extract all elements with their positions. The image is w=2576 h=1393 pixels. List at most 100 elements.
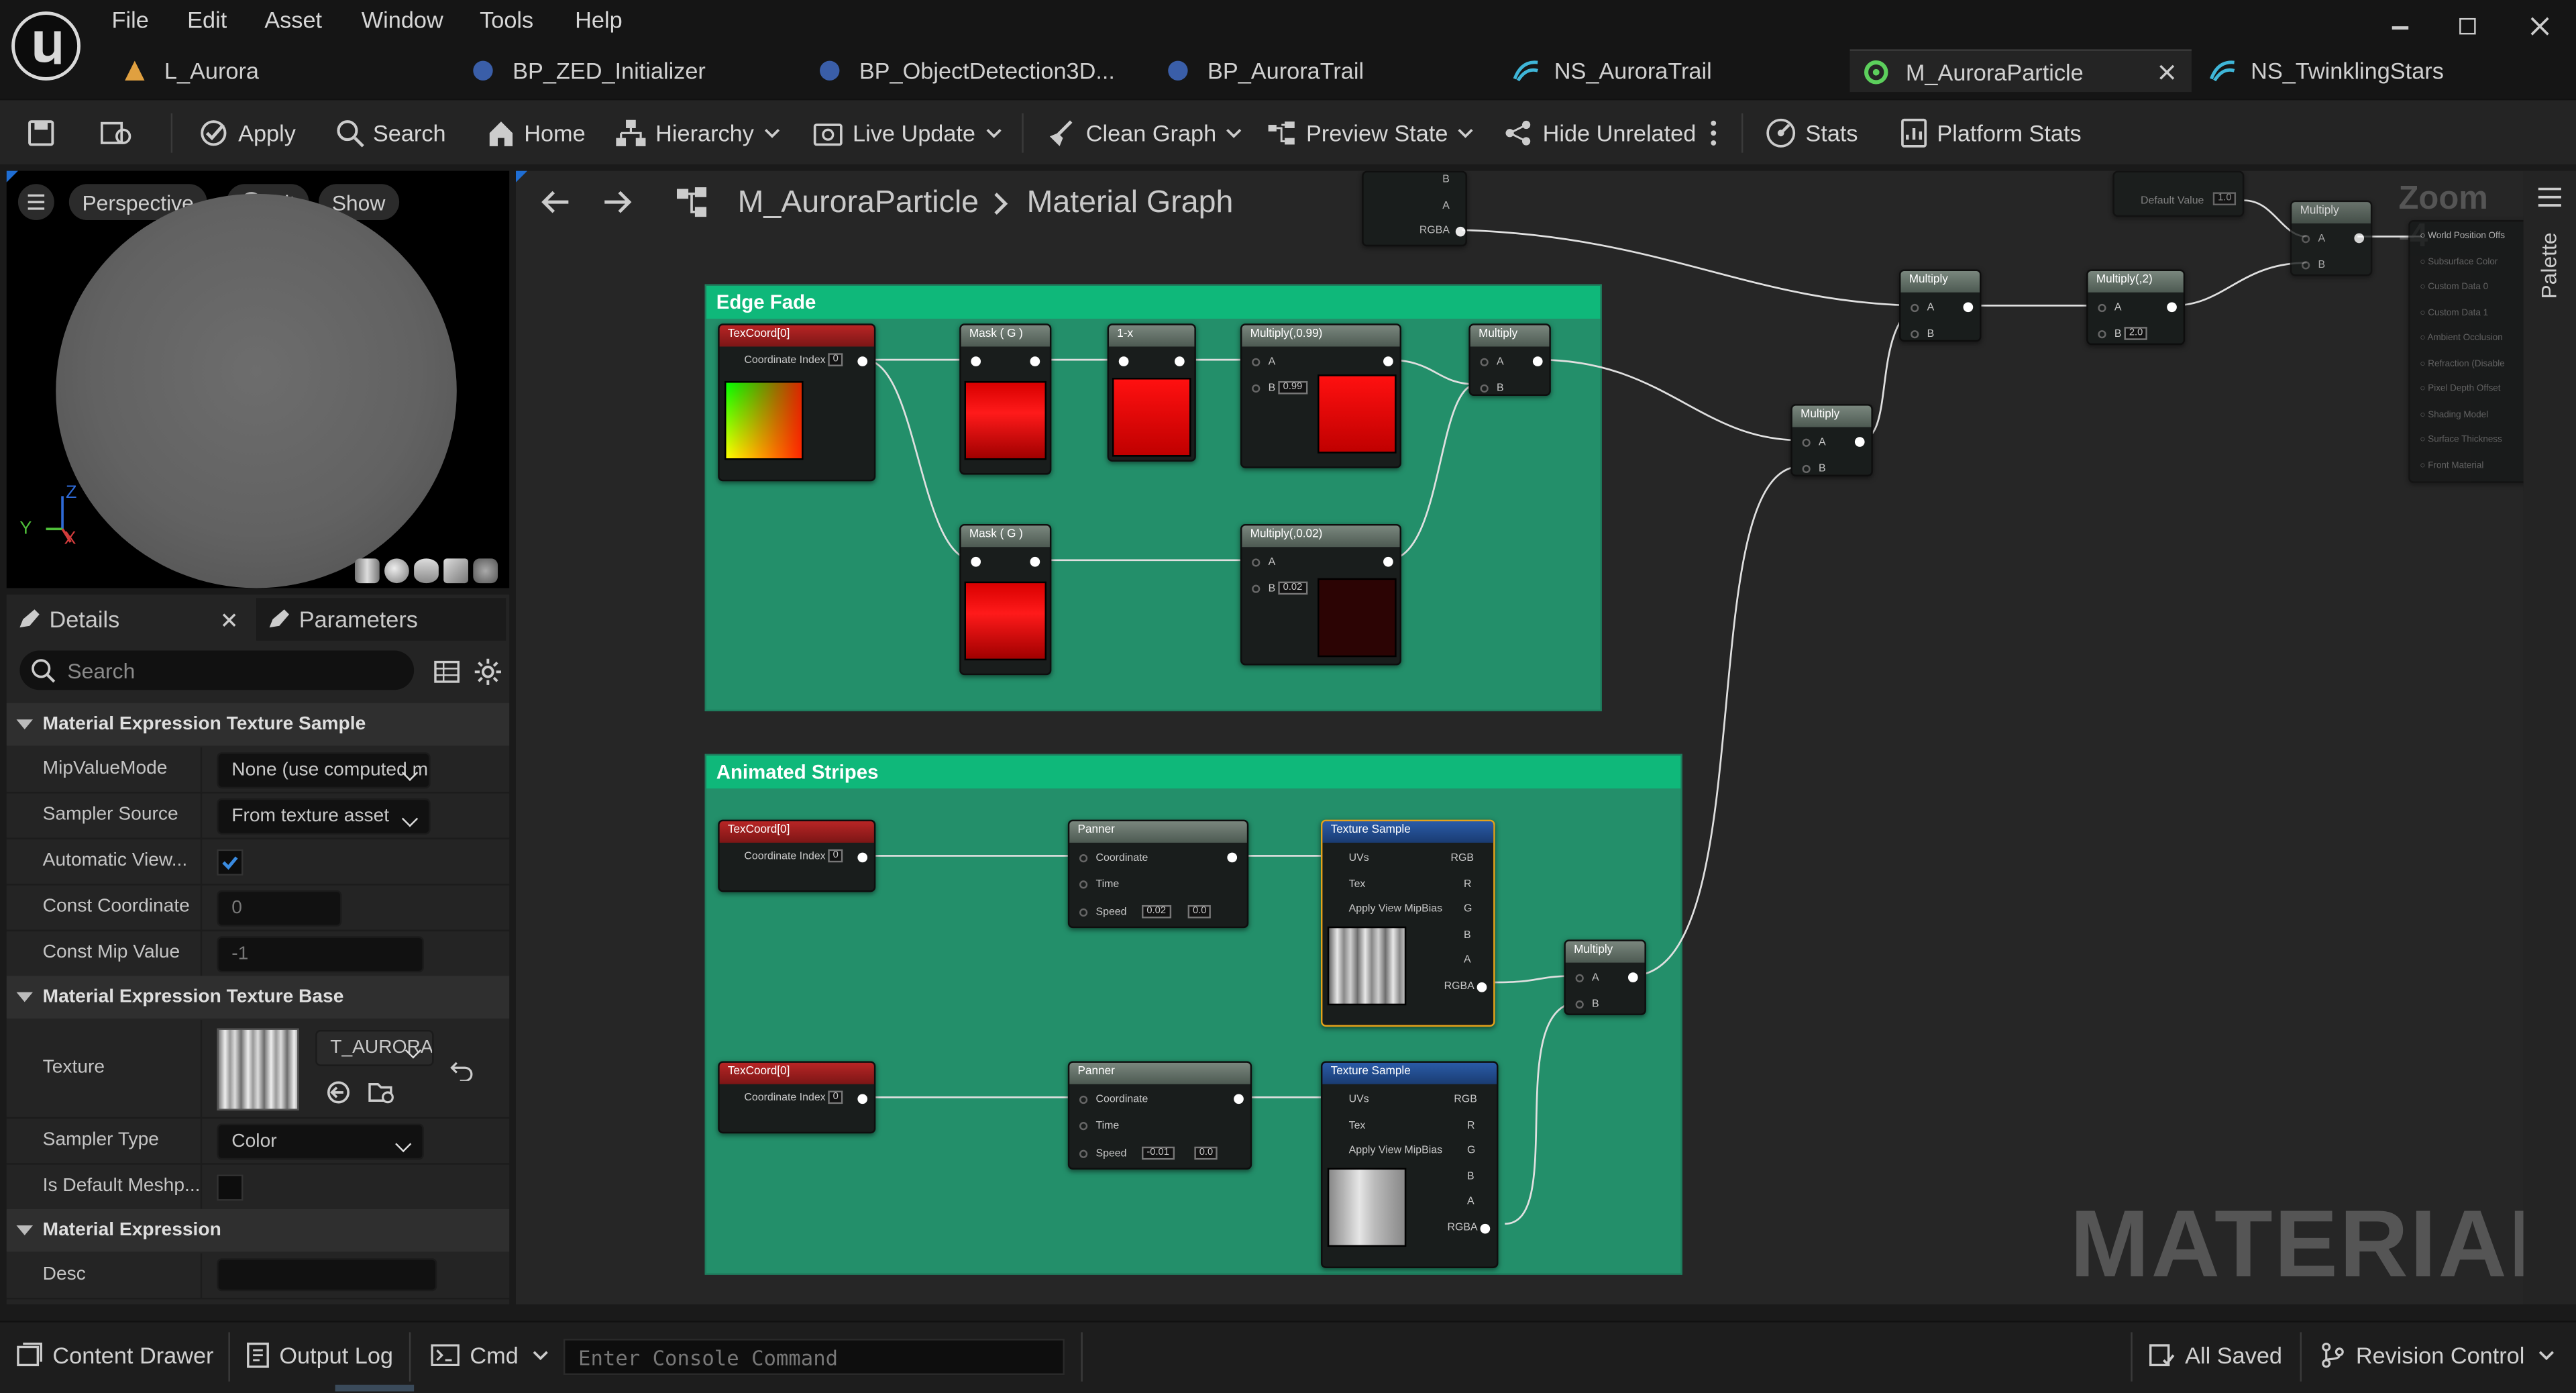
speed-y-value[interactable]: 0.0	[1194, 1146, 1218, 1160]
menu-file[interactable]: File	[112, 7, 149, 33]
input-pin-b[interactable]	[1252, 584, 1260, 593]
input-pin[interactable]	[1118, 356, 1129, 366]
node-multiply-stripes[interactable]: Multiply A B	[1564, 939, 1646, 1015]
node-texcoord-edge[interactable]: TexCoord[0] Coordinate Index 0	[718, 323, 876, 482]
cmd-button[interactable]: Cmd	[431, 1342, 548, 1368]
input-pin-speed[interactable]	[1079, 908, 1088, 917]
output-pin[interactable]	[1532, 356, 1543, 366]
section-material-expression[interactable]: Material Expression	[6, 1208, 510, 1252]
output-pin[interactable]	[857, 356, 868, 366]
hamburger-menu-icon[interactable]	[17, 184, 54, 221]
texture-thumbnail[interactable]	[217, 1028, 299, 1111]
input-pin-b[interactable]	[2302, 261, 2310, 270]
browse-to-asset-icon[interactable]	[368, 1079, 398, 1105]
revision-control-button[interactable]: Revision Control	[2320, 1342, 2555, 1368]
node-one-minus[interactable]: 1-x	[1107, 323, 1196, 462]
menu-tools[interactable]: Tools	[480, 7, 533, 33]
output-pin[interactable]	[1455, 226, 1466, 237]
node-texture-sample-1[interactable]: Texture Sample UVs Tex Apply View MipBia…	[1320, 819, 1495, 1027]
result-pin[interactable]: ○ Subsurface Color	[2420, 257, 2498, 267]
input-pin-b[interactable]	[1252, 384, 1260, 393]
menu-asset[interactable]: Asset	[264, 7, 322, 33]
section-texture-base[interactable]: Material Expression Texture Base	[6, 976, 510, 1019]
palette-panel-tab[interactable]: Palette	[2523, 170, 2576, 1304]
output-pin[interactable]	[1963, 302, 1974, 313]
output-pin[interactable]	[2167, 302, 2177, 313]
result-pin[interactable]: ○ Refraction (Disable	[2420, 359, 2504, 369]
node-partial-top[interactable]: B A RGBA	[1362, 170, 1467, 247]
input-pin-a[interactable]	[1252, 558, 1260, 567]
console-command-input[interactable]: Enter Console Command	[564, 1339, 1065, 1376]
input-pin-time[interactable]	[1079, 1122, 1088, 1131]
input-pin-a[interactable]	[1911, 303, 1919, 313]
preview-mesh-selector[interactable]	[354, 558, 506, 584]
input-pin-b[interactable]	[1480, 384, 1489, 393]
output-pin[interactable]	[1627, 972, 1638, 982]
node-multiply-top[interactable]: Multiply A B	[2290, 200, 2373, 276]
output-pin[interactable]	[1030, 356, 1040, 366]
output-pin[interactable]	[1383, 356, 1393, 366]
close-window-button[interactable]	[2530, 16, 2549, 36]
sampler-source-dropdown[interactable]: From texture asset	[217, 798, 431, 835]
pin-value[interactable]: 0.02	[1278, 581, 1307, 595]
texture-asset-dropdown[interactable]: T_AURORA	[315, 1029, 434, 1066]
restore-button[interactable]	[2459, 17, 2476, 35]
result-pin[interactable]: ○ Ambient Occlusion	[2420, 333, 2502, 344]
input-pin[interactable]	[971, 356, 981, 366]
input-pin-coordinate[interactable]	[1079, 1095, 1088, 1104]
input-pin-coordinate[interactable]	[1079, 854, 1088, 863]
pin-value[interactable]: 0	[828, 1090, 844, 1104]
unreal-logo-icon[interactable]	[10, 10, 83, 83]
output-pin[interactable]	[1854, 437, 1865, 447]
node-material-result[interactable]: ○ World Position Offs ○ Subsurface Color ○…	[2408, 220, 2524, 483]
input-pin-time[interactable]	[1079, 880, 1088, 889]
tab-m-auroraparticle[interactable]: M_AuroraParticle	[1849, 49, 2192, 93]
input-pin-a[interactable]	[1252, 358, 1260, 366]
automatic-view-checkbox[interactable]	[217, 849, 244, 876]
node-panner-1[interactable]: Panner Coordinate Time Speed 0.02 0.0	[1067, 819, 1249, 929]
hierarchy-button[interactable]: Hierarchy	[614, 115, 780, 151]
node-multiply-002[interactable]: Multiply(,0.02) A B 0.02	[1240, 523, 1401, 666]
const-coordinate-field[interactable]: 0	[217, 890, 342, 927]
input-pin-b[interactable]	[2098, 330, 2106, 339]
input-pin-b[interactable]	[1575, 1000, 1584, 1009]
node-panner-2[interactable]: Panner Coordinate Time Speed -0.01 0.0	[1067, 1061, 1252, 1170]
section-texture-sample[interactable]: Material Expression Texture Sample	[6, 703, 510, 746]
output-pin[interactable]	[1383, 556, 1393, 567]
preview-viewport[interactable]: Perspective Lit Show Z Y X	[6, 170, 510, 588]
output-pin-rgba[interactable]	[1480, 1223, 1491, 1234]
all-saved-button[interactable]: All Saved	[2149, 1342, 2282, 1368]
pin-value[interactable]: 0	[828, 353, 844, 366]
use-selected-asset-icon[interactable]	[325, 1079, 352, 1105]
settings-gear-icon[interactable]	[473, 657, 502, 686]
apply-button[interactable]: Apply	[197, 115, 296, 151]
tab-ns-auroratrail[interactable]: NS_AuroraTrail	[1511, 49, 1840, 92]
output-pin[interactable]	[1227, 852, 1238, 863]
teapot-mesh-icon[interactable]	[473, 558, 498, 584]
result-pin[interactable]: ○ Front Material	[2420, 461, 2483, 471]
node-multiply-099[interactable]: Multiply(,0.99) A B 0.99	[1240, 323, 1401, 468]
live-update-button[interactable]: Live Update	[812, 115, 1002, 151]
menu-edit[interactable]: Edit	[187, 7, 227, 33]
more-options-icon[interactable]	[1709, 115, 1719, 151]
speed-x-value[interactable]: -0.01	[1142, 1146, 1175, 1160]
input-pin-b[interactable]	[1911, 330, 1919, 339]
node-default-value[interactable]: Default Value 1.0	[2112, 170, 2245, 217]
node-multiply-upper[interactable]: Multiply A B	[1899, 269, 1982, 342]
node-multiply-edge[interactable]: Multiply A B	[1468, 323, 1551, 396]
tab-parameters[interactable]: Parameters	[256, 598, 506, 641]
input-pin-speed[interactable]	[1079, 1149, 1088, 1158]
search-button[interactable]: Search	[335, 115, 446, 151]
pin-value[interactable]: 2.0	[2124, 327, 2148, 340]
minimize-button[interactable]	[2392, 26, 2409, 29]
node-texture-sample-2[interactable]: Texture Sample UVs Tex Apply View MipBia…	[1320, 1061, 1499, 1268]
browse-icon[interactable]	[99, 115, 135, 151]
result-pin[interactable]: ○ Shading Model	[2420, 410, 2488, 420]
tab-bp-zed-initializer[interactable]: BP_ZED_Initializer	[470, 49, 798, 92]
const-mip-value-field[interactable]: -1	[217, 936, 424, 973]
output-pin[interactable]	[1234, 1094, 1244, 1104]
input-pin[interactable]	[971, 556, 981, 567]
result-pin[interactable]: ○ Custom Data 1	[2420, 308, 2488, 318]
result-pin[interactable]: ○ Custom Data 0	[2420, 282, 2488, 293]
pin-value[interactable]: 0.99	[1278, 380, 1307, 395]
